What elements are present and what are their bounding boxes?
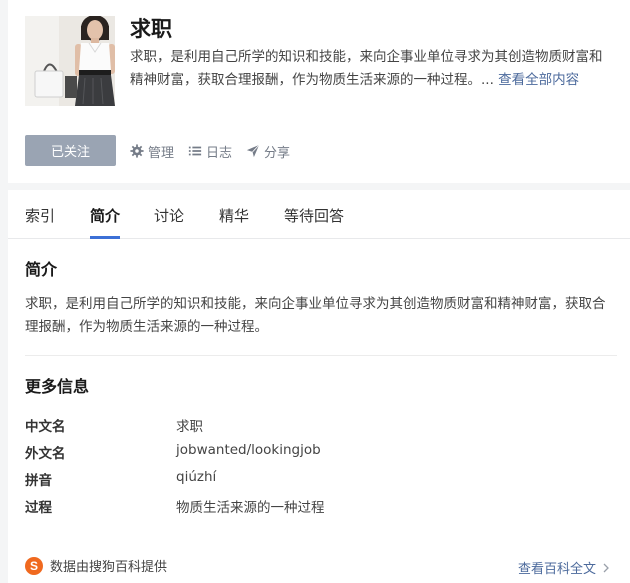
tab-featured[interactable]: 精华 <box>219 206 249 226</box>
view-full-article-link[interactable]: 查看百科全文 <box>518 558 610 577</box>
topic-image <box>25 16 115 106</box>
data-source: S 数据由搜狗百科提供 <box>25 556 167 575</box>
topic-header-card: 求职 求职，是利用自己所学的知识和技能，来向企事业单位寻求为其创造物质财富和精神… <box>8 0 630 183</box>
info-row: 过程 物质生活来源的一种过程 <box>25 496 617 516</box>
gear-icon <box>130 144 144 158</box>
data-source-text: 数据由搜狗百科提供 <box>50 560 168 575</box>
info-key: 外文名 <box>25 446 66 462</box>
info-row: 中文名 求职 <box>25 415 617 435</box>
intro-heading: 简介 <box>25 260 58 279</box>
info-key: 中文名 <box>25 419 66 435</box>
share-label: 分享 <box>264 145 291 161</box>
tab-intro[interactable]: 简介 <box>90 206 120 226</box>
tab-index[interactable]: 索引 <box>25 206 55 226</box>
view-full-article-label: 查看百科全文 <box>517 562 596 577</box>
person-photo <box>25 16 115 106</box>
page: 求职 求职，是利用自己所学的知识和技能，来向企事业单位寻求为其创造物质财富和精神… <box>0 0 630 583</box>
log-action[interactable]: 日志 <box>188 142 232 161</box>
topic-title: 求职 <box>130 18 172 41</box>
share-action[interactable]: 分享 <box>246 142 290 161</box>
list-icon <box>188 144 202 158</box>
log-label: 日志 <box>206 145 233 161</box>
tab-bar: 索引 简介 讨论 精华 等待回答 <box>8 190 630 239</box>
tab-discussion[interactable]: 讨论 <box>154 206 184 226</box>
topic-description: 求职，是利用自己所学的知识和技能，来向企事业单位寻求为其创造物质财富和精神财富，… <box>130 46 614 91</box>
sogou-logo-icon: S <box>25 556 43 575</box>
send-icon <box>246 144 260 158</box>
view-all-content-link[interactable]: 查看全部内容 <box>498 72 579 88</box>
info-row: 外文名 jobwanted/lookingjob <box>25 442 617 462</box>
action-row: 管理 日志 分享 <box>130 141 304 161</box>
info-value: 物质生活来源的一种过程 <box>176 500 325 516</box>
active-tab-indicator <box>90 236 120 239</box>
tab-awaiting-answers[interactable]: 等待回答 <box>284 206 344 226</box>
main-card: 索引 简介 讨论 精华 等待回答 简介 求职，是利用自己所学的知识和技能，来向企… <box>8 190 630 583</box>
manage-action[interactable]: 管理 <box>130 142 174 161</box>
info-key: 拼音 <box>25 473 52 489</box>
intro-text: 求职，是利用自己所学的知识和技能，来向企事业单位寻求为其创造物质财富和精神财富，… <box>25 296 606 335</box>
manage-label: 管理 <box>148 145 175 161</box>
info-value: 求职 <box>176 419 203 435</box>
info-value: qiúzhí <box>176 469 217 485</box>
info-key: 过程 <box>25 500 52 516</box>
more-info-heading: 更多信息 <box>25 377 90 396</box>
info-row: 拼音 qiúzhí <box>25 469 617 489</box>
chevron-right-icon <box>603 563 609 572</box>
follow-button[interactable]: 已关注 <box>25 135 116 166</box>
info-value: jobwanted/lookingjob <box>176 442 321 458</box>
divider <box>25 355 617 356</box>
